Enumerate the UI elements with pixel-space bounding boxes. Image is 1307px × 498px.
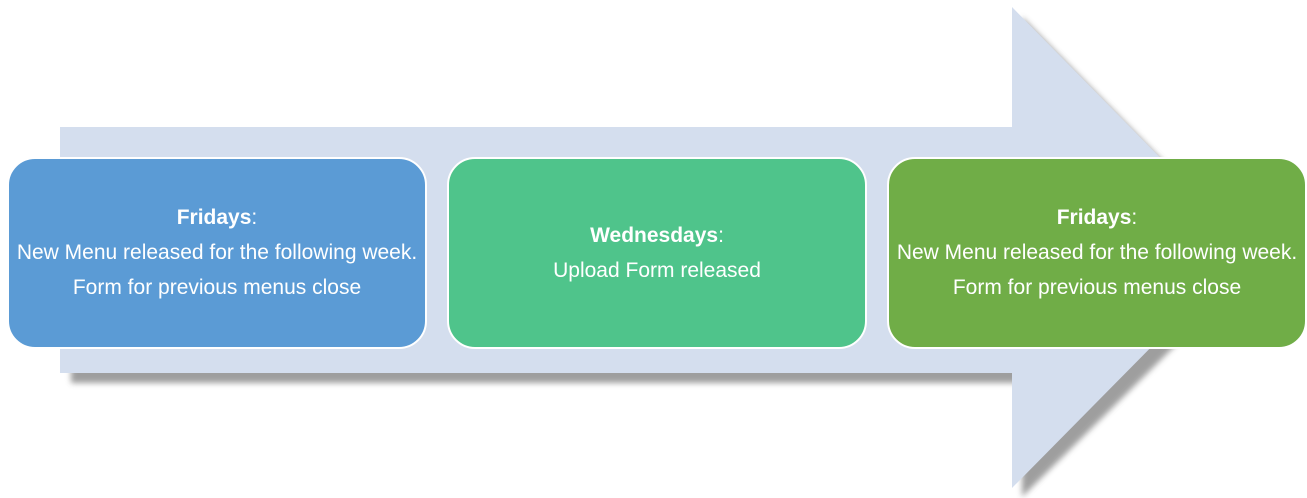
- step-2-line-1: Upload Form released: [553, 258, 761, 282]
- step-3-day: Fridays: [1056, 206, 1132, 229]
- step-3-title: Fridays:: [1056, 206, 1138, 229]
- step-1-day: Fridays: [176, 206, 252, 229]
- step-card-1: Fridays: New Menu released for the follo…: [7, 157, 427, 349]
- step-card-2: Wednesdays: Upload Form released: [447, 157, 867, 349]
- step-1-line-1: New Menu released for the following week…: [16, 241, 418, 264]
- step-1-line-2: Form for previous menus close: [72, 276, 362, 299]
- step-3-line-2: Form for previous menus close: [952, 276, 1242, 299]
- step-2-title: Wednesdays:: [590, 223, 724, 247]
- step-1-title: Fridays:: [176, 206, 258, 229]
- step-card-3: Fridays: New Menu released for the follo…: [887, 157, 1307, 349]
- step-3-line-1: New Menu released for the following week…: [896, 241, 1298, 264]
- step-2-day: Wednesdays: [590, 223, 719, 247]
